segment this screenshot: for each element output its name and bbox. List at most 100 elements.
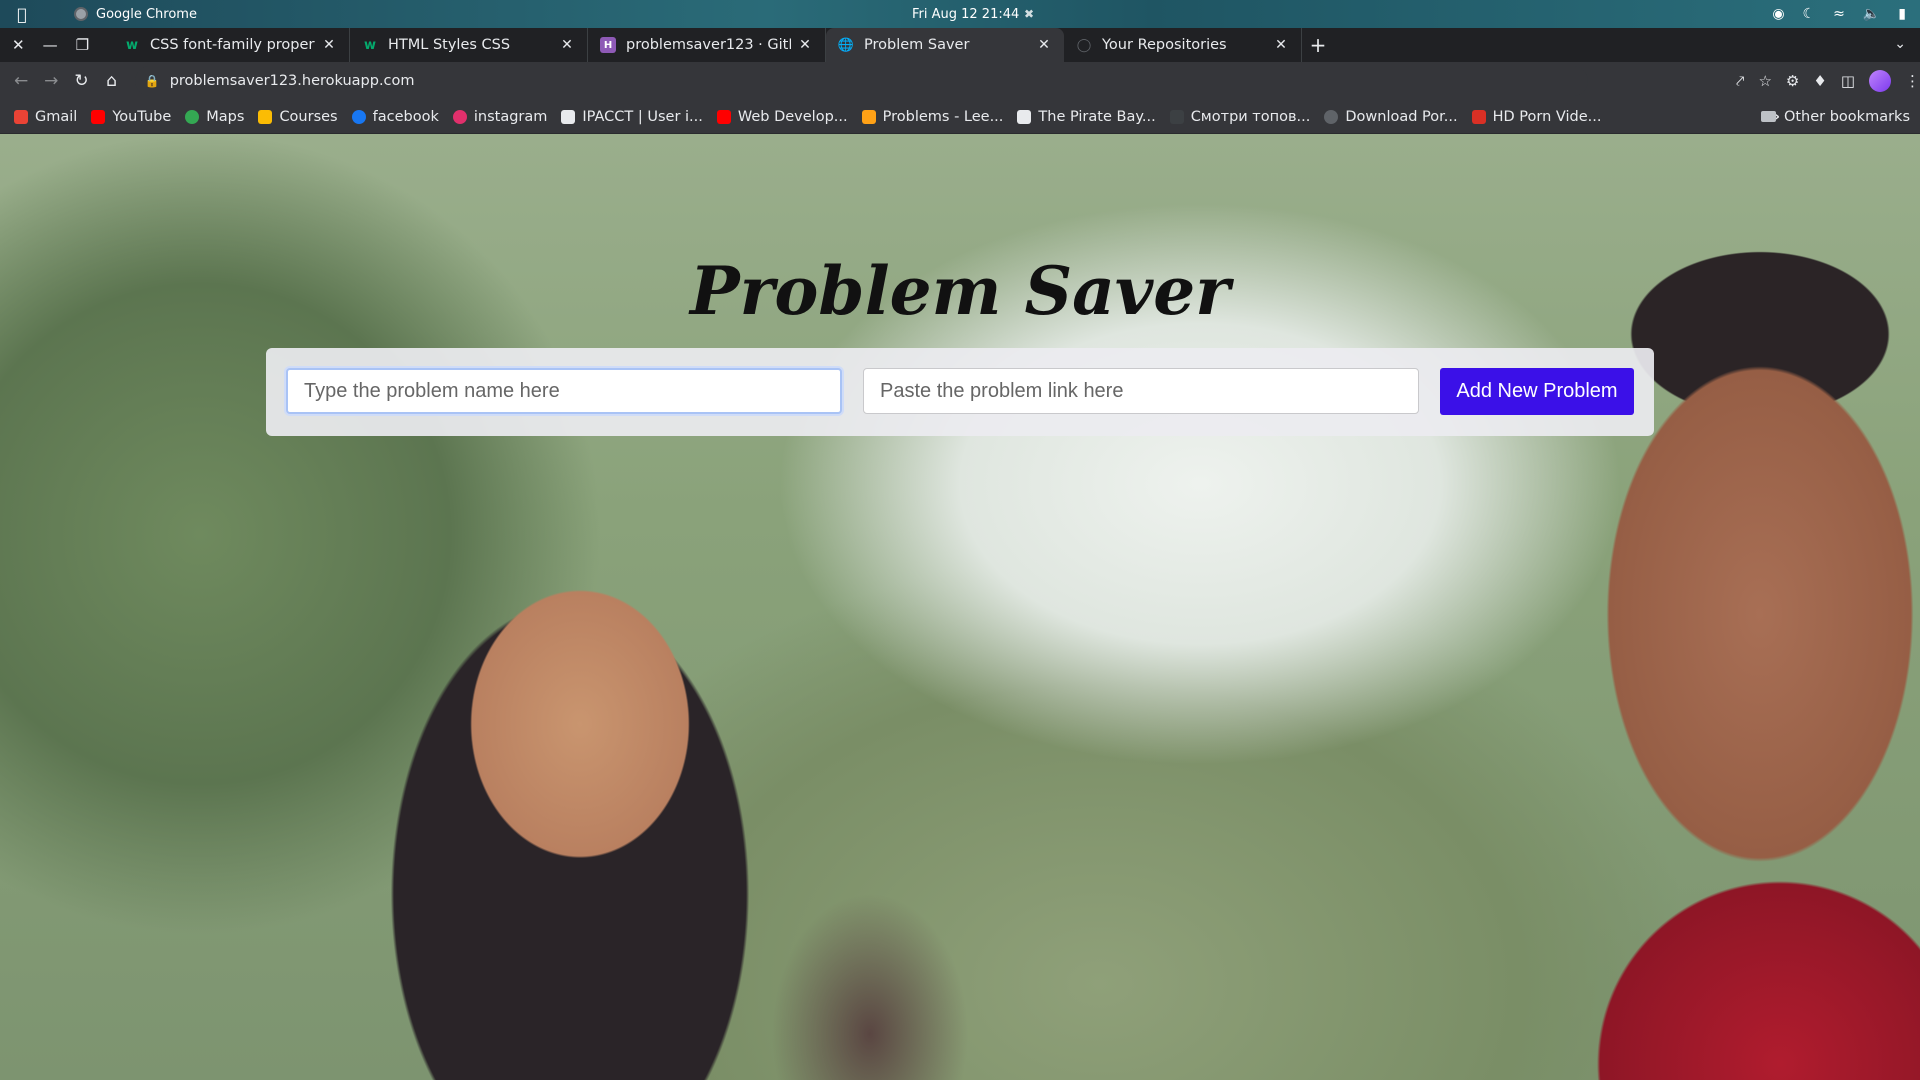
night-mode-icon[interactable]: ☾: [1803, 6, 1816, 22]
bookmark-youtube[interactable]: YouTube: [91, 109, 171, 125]
close-window-icon[interactable]: ✕: [12, 36, 25, 54]
tab-title: HTML Styles CSS: [388, 37, 511, 53]
new-tab-button[interactable]: +: [1302, 28, 1334, 62]
toolbar-actions: ⤤ ☆ ⚙ ♦ ◫ ⋮: [1736, 70, 1920, 92]
address-bar[interactable]: 🔒 problemsaver123.herokuapp.com: [134, 66, 1588, 96]
page-title: Problem Saver: [690, 252, 1230, 330]
tab-close-icon[interactable]: ✕: [321, 37, 337, 53]
globe-icon: 🌐: [837, 37, 855, 53]
battery-icon[interactable]: ▮: [1898, 6, 1906, 22]
chrome-icon: [74, 7, 88, 21]
bookmark-hd-video[interactable]: HD Porn Vide...: [1471, 109, 1601, 125]
system-tray: ◉ ☾ ≈ 🔈 ▮: [1772, 6, 1906, 22]
os-top-bar:  Google Chrome Fri Aug 12 21:44 ✖ ◉ ☾ ≈…: [0, 0, 1920, 28]
browser-toolbar: ← → ↻ ⌂ 🔒 problemsaver123.herokuapp.com …: [0, 62, 1920, 100]
extension-icon[interactable]: ⚙: [1786, 72, 1799, 90]
active-app[interactable]: Google Chrome: [74, 7, 197, 22]
maps-pin-icon: [185, 109, 200, 124]
facebook-icon: [351, 109, 366, 124]
reload-icon[interactable]: ↻: [66, 71, 96, 91]
bookmark-label: Смотри топов...: [1190, 108, 1311, 125]
w3schools-icon: w: [363, 37, 376, 53]
tab-title: Your Repositories: [1102, 37, 1227, 53]
bookmark-label: Maps: [206, 108, 245, 125]
other-bookmarks-label: Other bookmarks: [1783, 108, 1910, 125]
add-new-problem-button[interactable]: Add New Problem: [1440, 368, 1634, 415]
tab-github[interactable]: H problemsaver123 · GitHub ✕: [588, 28, 826, 62]
ipacct-icon: [561, 109, 576, 124]
restore-window-icon[interactable]: ❐: [76, 36, 89, 54]
lock-icon[interactable]: 🔒: [145, 74, 160, 88]
problem-link-input[interactable]: [863, 368, 1419, 414]
bookmark-gmail[interactable]: Gmail: [14, 109, 77, 125]
heroku-icon: H: [600, 37, 616, 53]
bookmarks-bar: Gmail YouTube Maps Courses facebook inst…: [0, 100, 1920, 134]
classroom-icon: [258, 109, 273, 124]
bookmark-maps[interactable]: Maps: [185, 109, 244, 125]
other-bookmarks[interactable]: Other bookmarks: [1760, 108, 1910, 125]
bookmark-leetcode[interactable]: Problems - Lee...: [861, 108, 1004, 125]
bookmark-label: Problems - Lee...: [882, 108, 1004, 125]
bookmark-label: Web Develop...: [737, 108, 848, 125]
tab-your-repositories[interactable]: ◯ Your Repositories ✕: [1064, 28, 1302, 62]
puzzle-icon[interactable]: ♦: [1813, 72, 1826, 90]
loading-icon: ◯: [1076, 37, 1092, 53]
bookmark-pirate-bay[interactable]: The Pirate Bay...: [1017, 109, 1156, 125]
wifi-icon[interactable]: ≈: [1833, 6, 1845, 22]
bookmark-label: YouTube: [112, 108, 172, 125]
leetcode-icon: [861, 109, 876, 124]
tab-close-icon[interactable]: ✕: [1036, 37, 1052, 53]
profile-avatar[interactable]: [1869, 70, 1891, 92]
bookmark-instagram[interactable]: instagram: [452, 108, 548, 125]
bookmark-smotri[interactable]: Смотри топов...: [1169, 108, 1311, 125]
tab-css-font-family[interactable]: w CSS font-family property ✕: [112, 28, 350, 62]
tab-html-styles[interactable]: w HTML Styles CSS ✕: [350, 28, 588, 62]
volume-icon[interactable]: 🔈: [1863, 6, 1880, 22]
url-text[interactable]: problemsaver123.herokuapp.com: [170, 73, 415, 89]
document-icon: [1017, 109, 1032, 124]
tab-title: Problem Saver: [864, 37, 970, 53]
bookmark-label: Courses: [279, 108, 338, 125]
problem-name-input[interactable]: [286, 368, 842, 414]
minimize-window-icon[interactable]: —: [43, 36, 58, 54]
tab-close-icon[interactable]: ✕: [559, 37, 575, 53]
bookmark-label: Download Por...: [1345, 108, 1458, 125]
tab-problem-saver[interactable]: 🌐 Problem Saver ✕: [826, 28, 1064, 62]
home-icon[interactable]: ⌂: [97, 71, 127, 91]
active-app-label: Google Chrome: [96, 6, 197, 22]
window-controls: ✕ — ❐: [0, 28, 112, 62]
forward-arrow-icon[interactable]: →: [36, 71, 66, 91]
tab-close-icon[interactable]: ✕: [797, 37, 813, 53]
hq-icon: [1471, 109, 1486, 124]
youtube-icon: [91, 109, 106, 124]
tab-search-chevron-icon[interactable]: ⌄: [1894, 36, 1906, 52]
instagram-icon: [452, 109, 467, 124]
indicator-icon[interactable]: ◉: [1772, 6, 1784, 22]
bookmark-download[interactable]: Download Por...: [1324, 108, 1458, 125]
apple-icon[interactable]: : [8, 5, 36, 24]
gmail-icon: [14, 109, 28, 124]
menu-kebab-icon[interactable]: ⋮: [1905, 72, 1920, 90]
tab-strip: ✕ — ❐ w CSS font-family property ✕ w HTM…: [0, 28, 1920, 62]
folder-icon: [1760, 111, 1776, 122]
tab-close-icon[interactable]: ✕: [1273, 37, 1289, 53]
globe-icon: [1324, 109, 1339, 124]
share-icon[interactable]: ⤤: [1736, 72, 1744, 90]
add-problem-form: Add New Problem: [266, 348, 1654, 436]
link-icon: [1169, 109, 1184, 124]
bookmark-facebook[interactable]: facebook: [351, 108, 439, 125]
bookmark-label: instagram: [473, 108, 548, 125]
bookmark-web-develop[interactable]: Web Develop...: [716, 108, 848, 125]
bookmark-courses[interactable]: Courses: [258, 108, 338, 125]
back-arrow-icon[interactable]: ←: [6, 71, 36, 91]
bookmark-label: facebook: [372, 108, 439, 125]
bookmark-ipacct[interactable]: IPACCT | User i...: [561, 108, 703, 125]
clock[interactable]: Fri Aug 12 21:44: [912, 7, 1019, 22]
youtube-icon: [716, 109, 731, 124]
mute-icon: ✖: [1024, 7, 1035, 21]
bookmark-star-icon[interactable]: ☆: [1758, 72, 1771, 90]
bookmark-label: IPACCT | User i...: [582, 108, 703, 125]
side-panel-icon[interactable]: ◫: [1841, 72, 1855, 90]
w3schools-icon: w: [125, 37, 138, 53]
bookmark-label: Gmail: [35, 108, 78, 125]
